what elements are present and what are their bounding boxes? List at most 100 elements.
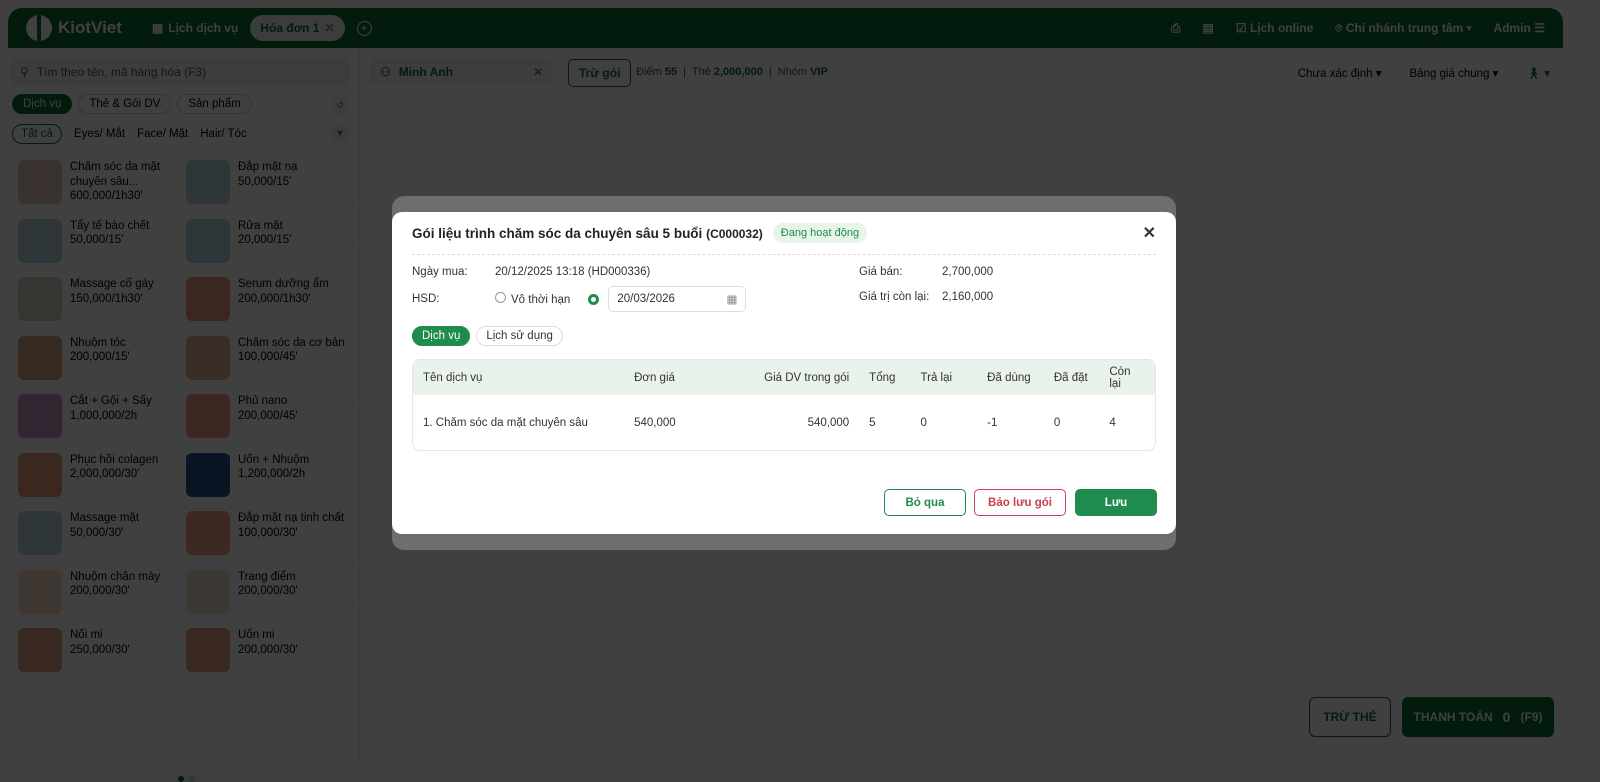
purchase-value: 20/12/2025 13:18 (HD000336): [495, 266, 651, 278]
product-thumbnail: [186, 277, 230, 321]
product-name: Phủ nano: [238, 395, 288, 407]
type-tab-cards[interactable]: Thẻ & Gói DV: [78, 94, 172, 114]
category-hair[interactable]: Hair/ Tóc: [200, 128, 246, 140]
product-item[interactable]: Serum dưỡng ẩm 200,000/1h30': [186, 277, 354, 321]
product-item[interactable]: Cắt + Gội + Sấy 1,000,000/2h: [18, 394, 186, 438]
product-item[interactable]: Nhuộm tóc 200,000/15': [18, 335, 186, 380]
date-radio[interactable]: [588, 293, 600, 305]
tab-service-schedule[interactable]: ▦ Lịch dịch vụ: [152, 21, 238, 35]
product-item[interactable]: Phục hồi colagen 2,000,000/30': [18, 452, 186, 497]
expiry-date-input[interactable]: 20/03/2026 ▦: [608, 286, 747, 312]
product-item[interactable]: Uốn + Nhuộm 1,200,000/2h: [186, 452, 354, 497]
package-code: (C000032): [706, 226, 763, 241]
unlimited-radio[interactable]: Vô thời hạn: [495, 292, 570, 306]
branch-select[interactable]: ⌾ Chi nhánh trung tâm ▾: [1335, 21, 1471, 36]
tab-usage-history[interactable]: Lịch sử dụng: [476, 326, 563, 346]
table-cell: 0: [1053, 416, 1061, 429]
pricebook-select[interactable]: Bảng giá chung ▾: [1410, 66, 1499, 80]
deduct-card-button[interactable]: TRỪ THẺ: [1309, 697, 1391, 737]
product-item[interactable]: Nối mi 250,000/30': [18, 628, 186, 672]
expiry-date-value: 20/03/2026: [617, 293, 675, 305]
product-name: Serum dưỡng ẩm: [238, 278, 329, 290]
pay-total: 0: [1502, 709, 1511, 725]
category-all[interactable]: Tất cả: [12, 124, 62, 144]
pricebook-label: Bảng giá chung: [1409, 68, 1490, 80]
group-value: VIP: [810, 66, 828, 78]
customer-field[interactable]: ⚇ Minh Anh ✕: [370, 58, 553, 85]
product-item[interactable]: Chăm sóc da cơ bản 100,000/45': [186, 335, 354, 380]
search-input[interactable]: ⚲ Tìm theo tên, mã hàng hóa (F3): [10, 58, 350, 86]
type-tab-products[interactable]: Sản phẩm: [177, 94, 252, 114]
user-menu[interactable]: Admin ☰: [1494, 21, 1545, 35]
save-button[interactable]: Lưu: [1075, 489, 1157, 516]
pay-button[interactable]: THANH TOÁN 0 (F9): [1402, 697, 1554, 737]
product-item[interactable]: Chăm sóc da mặt chuyên sâu... 600,000/1h3…: [18, 160, 186, 204]
online-schedule-link[interactable]: ☑ Lịch online: [1236, 21, 1313, 35]
search-placeholder: Tìm theo tên, mã hàng hóa (F3): [36, 65, 207, 79]
type-tab-services[interactable]: Dịch vụ: [12, 94, 73, 114]
table-cell: -1: [987, 416, 998, 429]
product-item[interactable]: Trang điểm 200,000/30': [186, 569, 354, 614]
tab-label: Lịch dịch vụ: [168, 21, 239, 35]
price-label: Giá bán:: [859, 266, 903, 278]
status-select[interactable]: Chưa xác định ▾: [1298, 66, 1382, 80]
history-icon[interactable]: ↺: [331, 96, 349, 114]
category-eyes[interactable]: Eyes/ Mắt: [74, 128, 125, 140]
column-header: Trả lại: [910, 360, 978, 395]
tab-invoice-1[interactable]: Hóa đơn 1 ✕: [250, 15, 345, 41]
product-item[interactable]: Tẩy tế bào chết 50,000/15': [18, 218, 186, 263]
calendar-icon: ▦: [726, 294, 738, 306]
product-item[interactable]: Đắp mặt nạ tinh chất 100,000/30': [186, 511, 354, 555]
skip-button[interactable]: Bỏ qua: [884, 489, 966, 516]
column-header: Đơn giá: [624, 360, 693, 395]
close-icon[interactable]: ✕: [1143, 223, 1156, 243]
product-item[interactable]: Uốn mi 200,000/30': [186, 628, 354, 672]
card-label: Thẻ: [691, 66, 711, 78]
product-price: 20,000/15': [238, 234, 292, 246]
user-icon: ⚇: [380, 64, 391, 79]
product-price: 2,000,000/30': [70, 468, 140, 480]
add-tab-icon[interactable]: +: [356, 20, 372, 36]
product-item[interactable]: Massage mặt 50,000/30': [18, 511, 186, 555]
product-name: Rửa mặt: [238, 219, 283, 232]
pay-label: THANH TOÁN: [1413, 710, 1493, 724]
walk-in-select[interactable]: 🚶︎ ▾: [1526, 66, 1550, 80]
branch-label: Chi nhánh trung tâm: [1345, 20, 1464, 35]
clear-customer-icon[interactable]: ✕: [533, 65, 543, 79]
document-icon[interactable]: ▤: [1203, 21, 1214, 35]
page-dot[interactable]: [178, 776, 184, 782]
category-face[interactable]: Face/ Mặt: [137, 128, 188, 140]
menu-icon: ☰: [1534, 21, 1545, 35]
product-item[interactable]: Đắp mặt nạ 50,000/15': [186, 160, 354, 204]
tab-services[interactable]: Dịch vụ: [412, 326, 471, 346]
product-price: 100,000/45': [238, 351, 298, 363]
product-item[interactable]: Massage cổ gáy 150,000/1h30': [18, 277, 186, 321]
page-dot[interactable]: [189, 776, 195, 782]
product-name: Uốn + Nhuộm: [238, 453, 310, 466]
column-header: Đã đặt: [1043, 360, 1100, 395]
chevron-down-icon[interactable]: ▼: [331, 124, 349, 142]
column-header: Đã dùng: [977, 360, 1044, 395]
deduct-package-button[interactable]: Trừ gói: [568, 59, 632, 87]
column-header: Còn lại: [1099, 360, 1155, 395]
pagination-dots[interactable]: [178, 776, 195, 782]
close-tab-icon[interactable]: ✕: [324, 21, 334, 35]
product-name: Đắp mặt nạ: [238, 161, 298, 173]
product-item[interactable]: Phủ nano 200,000/45': [186, 394, 354, 438]
customer-meta: Điểm 55 | Thẻ 2,000,000 | Nhóm VIP: [636, 66, 828, 78]
product-item[interactable]: Nhuộm chân mày 200,000/30': [18, 569, 186, 614]
product-item[interactable]: Rửa mặt 20,000/15': [186, 218, 354, 263]
printer-icon[interactable]: ⎙: [1171, 21, 1181, 36]
purchase-label: Ngày mua:: [412, 266, 468, 278]
product-name: Đắp mặt nạ tinh chất: [238, 512, 345, 524]
location-icon: ⌾: [1335, 20, 1343, 35]
column-header: Tổng: [859, 360, 911, 395]
reserve-package-button[interactable]: Bảo lưu gói: [974, 489, 1066, 516]
product-name: Trang điểm: [238, 570, 296, 583]
product-name: Massage mặt: [70, 512, 140, 524]
product-thumbnail: [18, 218, 62, 263]
kiotviet-logo[interactable]: KiotViet: [26, 15, 122, 41]
logo-text: KiotViet: [58, 18, 122, 37]
product-price: 200,000/15': [70, 351, 130, 363]
product-thumbnail: [18, 628, 62, 672]
